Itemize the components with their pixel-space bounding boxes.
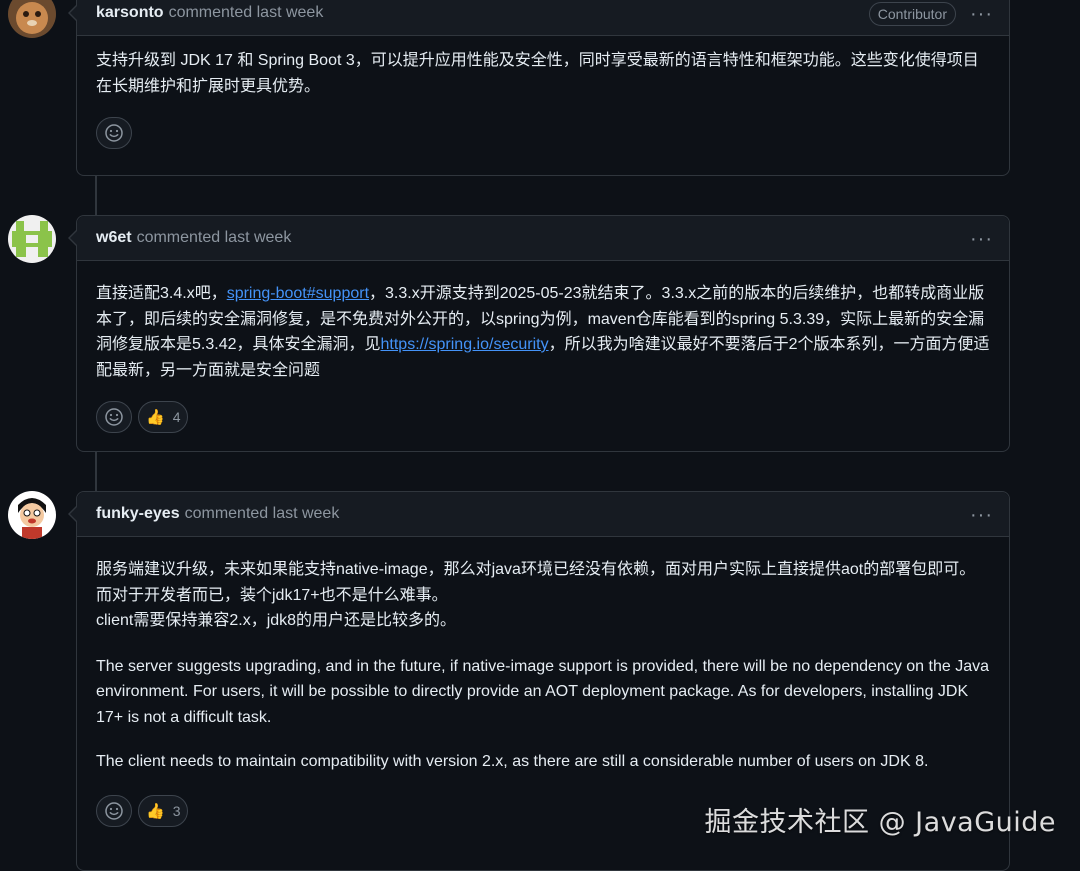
avatar-karsonto[interactable] xyxy=(8,0,56,38)
kebab-menu-icon[interactable]: ··· xyxy=(970,4,993,24)
reaction-count: 3 xyxy=(172,802,181,819)
reactions-bar: 👍 4 xyxy=(77,401,1009,451)
avatar-funky-eyes[interactable] xyxy=(8,491,56,539)
spring-security-link[interactable]: https://spring.io/security xyxy=(381,336,549,353)
spring-boot-support-link[interactable]: spring-boot#support xyxy=(227,285,369,302)
watermark: 掘金技术社区 @ JavaGuide xyxy=(704,807,1056,838)
comment-timestamp[interactable]: commented last week xyxy=(137,229,292,247)
reactions-bar xyxy=(77,117,1009,167)
comment-header: karsonto commented last week Contributor… xyxy=(77,0,1009,36)
thumbs-up-icon: 👍 xyxy=(146,409,165,426)
thumbs-up-reaction-button[interactable]: 👍 4 xyxy=(138,401,189,433)
comment-paragraph: 直接适配3.4.x吧，spring-boot#support，3.3.x开源支持… xyxy=(96,281,990,383)
reaction-count: 4 xyxy=(172,409,181,425)
comment-karsonto: karsonto commented last week Contributor… xyxy=(68,0,1010,176)
body-text: client需要保持兼容2.x，jdk8的用户还是比较多的。 xyxy=(96,612,457,629)
body-text: 直接适配3.4.x吧， xyxy=(96,285,227,302)
comment-author[interactable]: karsonto xyxy=(96,4,164,22)
thumbs-up-icon: 👍 xyxy=(146,802,165,820)
avatar-w6et[interactable] xyxy=(8,215,56,263)
add-reaction-button[interactable] xyxy=(96,794,132,827)
comment-header: funky-eyes commented last week ··· xyxy=(77,492,1009,537)
timeline-connector xyxy=(95,451,97,491)
comment-paragraph: 服务端建议升级，未来如果能支持native-image，那么对java环境已经没… xyxy=(96,557,990,634)
kebab-menu-icon[interactable]: ··· xyxy=(970,229,993,249)
comment-author[interactable]: funky-eyes xyxy=(96,505,180,523)
comment-paragraph: 支持升级到 JDK 17 和 Spring Boot 3，可以提升应用性能及安全… xyxy=(96,52,979,95)
smiley-icon xyxy=(105,801,123,820)
smiley-icon xyxy=(105,408,123,426)
comment-paragraph: The server suggests upgrading, and in th… xyxy=(96,657,989,726)
kebab-menu-icon[interactable]: ··· xyxy=(970,505,993,525)
comment-author[interactable]: w6et xyxy=(96,229,132,247)
comment-body: 服务端建议升级，未来如果能支持native-image，那么对java环境已经没… xyxy=(77,537,1009,775)
comment-body: 直接适配3.4.x吧，spring-boot#support，3.3.x开源支持… xyxy=(77,261,1009,383)
smiley-icon xyxy=(105,124,123,142)
comment-timestamp[interactable]: commented last week xyxy=(185,505,340,523)
add-reaction-button[interactable] xyxy=(96,401,132,433)
comment-body: 支持升级到 JDK 17 和 Spring Boot 3，可以提升应用性能及安全… xyxy=(77,36,1009,99)
add-reaction-button[interactable] xyxy=(96,117,132,149)
comment-paragraph: The client needs to maintain compatibili… xyxy=(96,753,929,770)
comment-timestamp[interactable]: commented last week xyxy=(169,4,324,22)
comment-w6et: w6et commented last week ··· 直接适配3.4.x吧，… xyxy=(68,215,1010,452)
comment-header: w6et commented last week ··· xyxy=(77,216,1009,261)
timeline-connector xyxy=(95,175,97,215)
thumbs-up-reaction-button[interactable]: 👍 3 xyxy=(138,794,189,827)
contributor-badge: Contributor xyxy=(868,1,957,26)
body-text: 服务端建议升级，未来如果能支持native-image，那么对java环境已经没… xyxy=(96,561,976,604)
